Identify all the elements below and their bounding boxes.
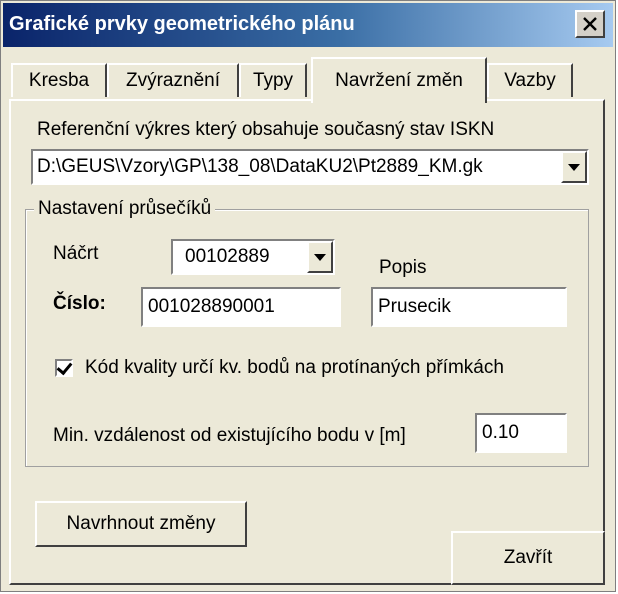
tab-label: Navržení změn (335, 70, 463, 91)
propose-changes-button[interactable]: Navrhnout změny (35, 501, 247, 547)
chevron-down-icon (568, 163, 580, 171)
sketch-dropdown-button[interactable] (307, 241, 333, 273)
tab-typy[interactable]: Typy (239, 63, 307, 97)
tab-vazby[interactable]: Vazby (487, 63, 573, 97)
checkmark-icon (56, 358, 73, 376)
tab-kresba[interactable]: Kresba (11, 63, 107, 97)
window-title: Grafické prvky geometrického plánu (9, 13, 355, 35)
intersections-legend: Nastavení průsečíků (34, 198, 216, 220)
description-field[interactable] (371, 287, 567, 327)
min-distance-field[interactable] (475, 413, 567, 453)
number-field[interactable] (141, 287, 341, 327)
tab-label: Zvýraznění (126, 70, 220, 91)
reference-path-value: D:\GEUS\Vzory\GP\138_08\DataKU2\Pt2889_K… (37, 156, 483, 177)
chevron-down-icon (314, 253, 326, 261)
tab-navrzeni-zmen[interactable]: Navržení změn (311, 57, 487, 103)
reference-dropdown-button[interactable] (561, 151, 587, 183)
sketch-value: 00102889 (185, 246, 270, 267)
min-distance-input[interactable] (477, 415, 565, 451)
reference-label: Referenční výkres který obsahuje současn… (37, 119, 495, 140)
propose-changes-label: Navrhnout změny (66, 513, 216, 534)
description-label: Popis (379, 257, 427, 278)
tab-zvyrazneni[interactable]: Zvýraznění (107, 63, 239, 97)
close-icon (583, 17, 597, 31)
close-button-label: Zavřít (503, 547, 553, 568)
sketch-combo[interactable]: 00102889 (171, 239, 335, 275)
description-input[interactable] (373, 289, 565, 325)
tab-label: Vazby (504, 70, 556, 91)
tab-label: Kresba (28, 70, 90, 91)
quality-checkbox-label: Kód kvality určí kv. bodů na protínaných… (85, 357, 504, 378)
reference-path-combo[interactable]: D:\GEUS\Vzory\GP\138_08\DataKU2\Pt2889_K… (31, 149, 589, 185)
tab-strip: Kresba Zvýraznění Typy Navržení změn Vaz… (9, 55, 609, 103)
min-distance-label: Min. vzdálenost od existujícího bodu v [… (53, 425, 406, 446)
tab-label: Typy (252, 70, 294, 91)
number-label: Číslo: (53, 293, 106, 314)
title-bar: Grafické prvky geometrického plánu (3, 3, 613, 47)
close-window-button[interactable] (575, 10, 605, 38)
dialog-window: Grafické prvky geometrického plánu Kresb… (0, 0, 616, 592)
number-input[interactable] (143, 289, 339, 325)
quality-checkbox[interactable] (55, 358, 73, 377)
sketch-label: Náčrt (53, 243, 99, 264)
close-button[interactable]: Zavřít (451, 531, 605, 585)
